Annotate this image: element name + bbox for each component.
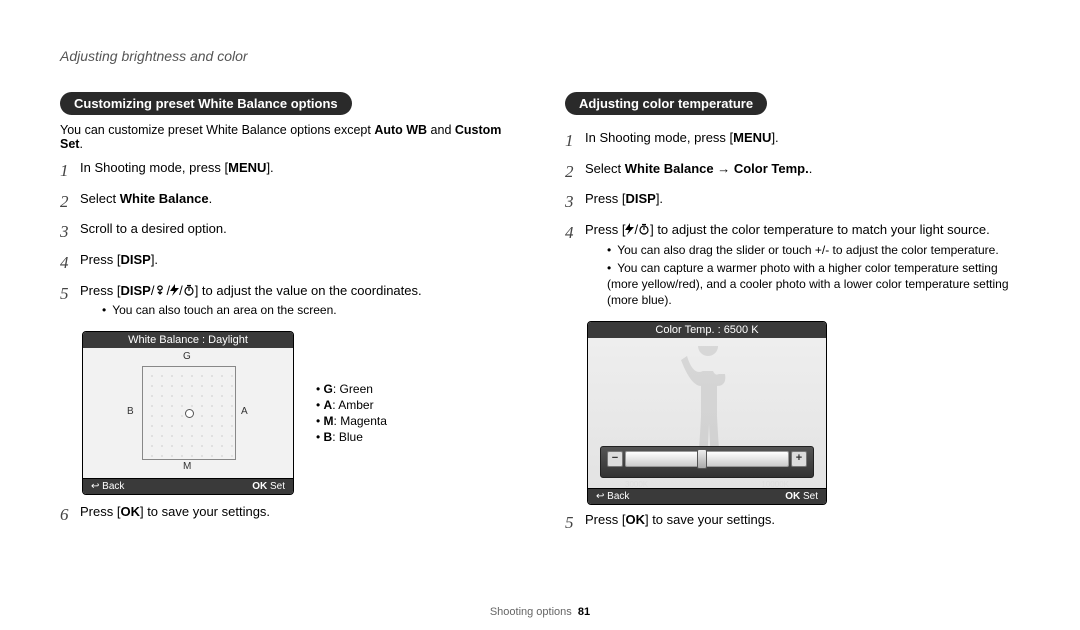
macro-icon <box>154 284 166 296</box>
step-3-body: Scroll to a desired option. <box>80 220 515 239</box>
slider-track <box>625 451 789 467</box>
timer-icon <box>183 284 195 296</box>
r-step-2-b2: Color Temp. <box>734 161 809 176</box>
disp-button-label: DISP <box>120 252 150 267</box>
ok-label: OK <box>252 481 267 492</box>
back-label-2: Back <box>607 491 629 502</box>
axis-label-b: B <box>127 406 134 417</box>
r-step-2-arrow: → <box>714 161 734 176</box>
step-6: 6 Press [OK] to save your settings. <box>60 503 515 528</box>
back-icon: ↩ <box>91 481 99 492</box>
intro-pre: You can customize preset White Balance o… <box>60 123 374 137</box>
footer-page-number: 81 <box>578 606 590 618</box>
minus-button: − <box>607 451 623 467</box>
set-label-2: Set <box>803 491 818 502</box>
axis-label-g: G <box>183 351 191 362</box>
disp-button-label-r: DISP <box>625 191 655 206</box>
ok-label-2: OK <box>785 491 800 502</box>
lcd-set: OK Set <box>252 481 285 492</box>
plus-button: + <box>791 451 807 467</box>
intro-text: You can customize preset White Balance o… <box>60 123 515 151</box>
r-step-4: 4 Press [/] to adjust the color temperat… <box>565 221 1020 315</box>
colortemp-lcd: Color Temp. : 6500 K − + 3000K 10000K <box>587 321 827 505</box>
lcd2-set: OK Set <box>785 491 818 502</box>
disp-button-label-2: DISP <box>120 283 150 298</box>
intro-post: . <box>79 137 82 151</box>
step-5-post: ] to adjust the value on the coordinates… <box>195 283 422 298</box>
step-2-pre: Select <box>80 191 120 206</box>
menu-button-label: MENU <box>228 160 266 175</box>
r-step-2: 2 Select White Balance → Color Temp.. <box>565 160 1020 185</box>
slider-handle <box>697 449 707 469</box>
axis-label-a: A <box>241 406 248 417</box>
step-1-post: ]. <box>266 160 273 175</box>
r-step-4-pre: Press [ <box>585 222 625 237</box>
page-footer: Shooting options 81 <box>0 606 1080 618</box>
r-step-3-pre: Press [ <box>585 191 625 206</box>
r-step-3-post: ]. <box>656 191 663 206</box>
ok-button-label: OK <box>120 504 140 519</box>
step-6-post: ] to save your settings. <box>140 504 270 519</box>
back-icon-2: ↩ <box>596 491 604 502</box>
r-step-3: 3 Press [DISP]. <box>565 190 1020 215</box>
timer-icon <box>638 223 650 235</box>
step-2: 2 Select White Balance. <box>60 190 515 215</box>
back-label: Back <box>102 481 124 492</box>
wb-grid-lcd: White Balance : Daylight G M B A ↩ Back … <box>82 331 294 495</box>
step-3: 3 Scroll to a desired option. <box>60 220 515 245</box>
lcd2-title: Color Temp. : 6500 K <box>588 322 826 338</box>
axis-label-m: M <box>183 461 191 472</box>
footer-section: Shooting options <box>490 606 572 618</box>
section-badge-customizing: Customizing preset White Balance options <box>60 92 352 115</box>
step-1: 1 In Shooting mode, press [MENU]. <box>60 159 515 184</box>
r-step-4-sub1: You can also drag the slider or touch +/… <box>607 242 1020 258</box>
step-6-pre: Press [ <box>80 504 120 519</box>
step-1-pre: In Shooting mode, press [ <box>80 160 228 175</box>
r-step-5-post: ] to save your settings. <box>645 512 775 527</box>
r-step-2-b1: White Balance <box>625 161 714 176</box>
colortemp-slider: − + 3000K 10000K <box>600 446 814 478</box>
step-5-pre: Press [ <box>80 283 120 298</box>
r-step-5-pre: Press [ <box>585 512 625 527</box>
step-2-post: . <box>209 191 213 206</box>
step-5-sub: You can also touch an area on the screen… <box>102 302 515 318</box>
lcd-back: ↩ Back <box>91 481 124 492</box>
legend-b: B: Blue <box>316 430 387 444</box>
set-label: Set <box>270 481 285 492</box>
r-step-4-sub2: You can capture a warmer photo with a hi… <box>607 260 1020 309</box>
r-step-2-pre: Select <box>585 161 625 176</box>
scale-low: 3000K <box>625 480 648 489</box>
step-4-pre: Press [ <box>80 252 120 267</box>
wb-grid <box>142 366 236 460</box>
legend-g: G: Green <box>316 382 387 396</box>
wb-legend: G: Green A: Amber M: Magenta B: Blue <box>316 380 387 446</box>
legend-m: M: Magenta <box>316 414 387 428</box>
scale-high: 10000K <box>761 480 789 489</box>
r-step-2-post: . <box>809 161 813 176</box>
intro-bold-autowb: Auto WB <box>374 123 427 137</box>
step-5: 5 Press [DISP///] to adjust the value on… <box>60 282 515 325</box>
legend-a: A: Amber <box>316 398 387 412</box>
flash-icon <box>170 284 179 296</box>
r-step-1-pre: In Shooting mode, press [ <box>585 130 733 145</box>
r-step-1-post: ]. <box>771 130 778 145</box>
ok-button-label-r: OK <box>625 512 645 527</box>
menu-button-label-r: MENU <box>733 130 771 145</box>
lcd-title: White Balance : Daylight <box>83 332 293 348</box>
intro-mid: and <box>427 123 455 137</box>
right-column: Adjusting color temperature 1 In Shootin… <box>565 92 1020 541</box>
r-step-5: 5 Press [OK] to save your settings. <box>565 511 1020 536</box>
step-4-post: ]. <box>151 252 158 267</box>
lcd2-back: ↩ Back <box>596 491 629 502</box>
left-column: Customizing preset White Balance options… <box>60 92 515 541</box>
step-4: 4 Press [DISP]. <box>60 251 515 276</box>
page-title: Adjusting brightness and color <box>60 48 1020 64</box>
r-step-4-post: ] to adjust the color temperature to mat… <box>650 222 990 237</box>
step-2-bold: White Balance <box>120 191 209 206</box>
section-badge-colortemp: Adjusting color temperature <box>565 92 767 115</box>
r-step-1: 1 In Shooting mode, press [MENU]. <box>565 129 1020 154</box>
